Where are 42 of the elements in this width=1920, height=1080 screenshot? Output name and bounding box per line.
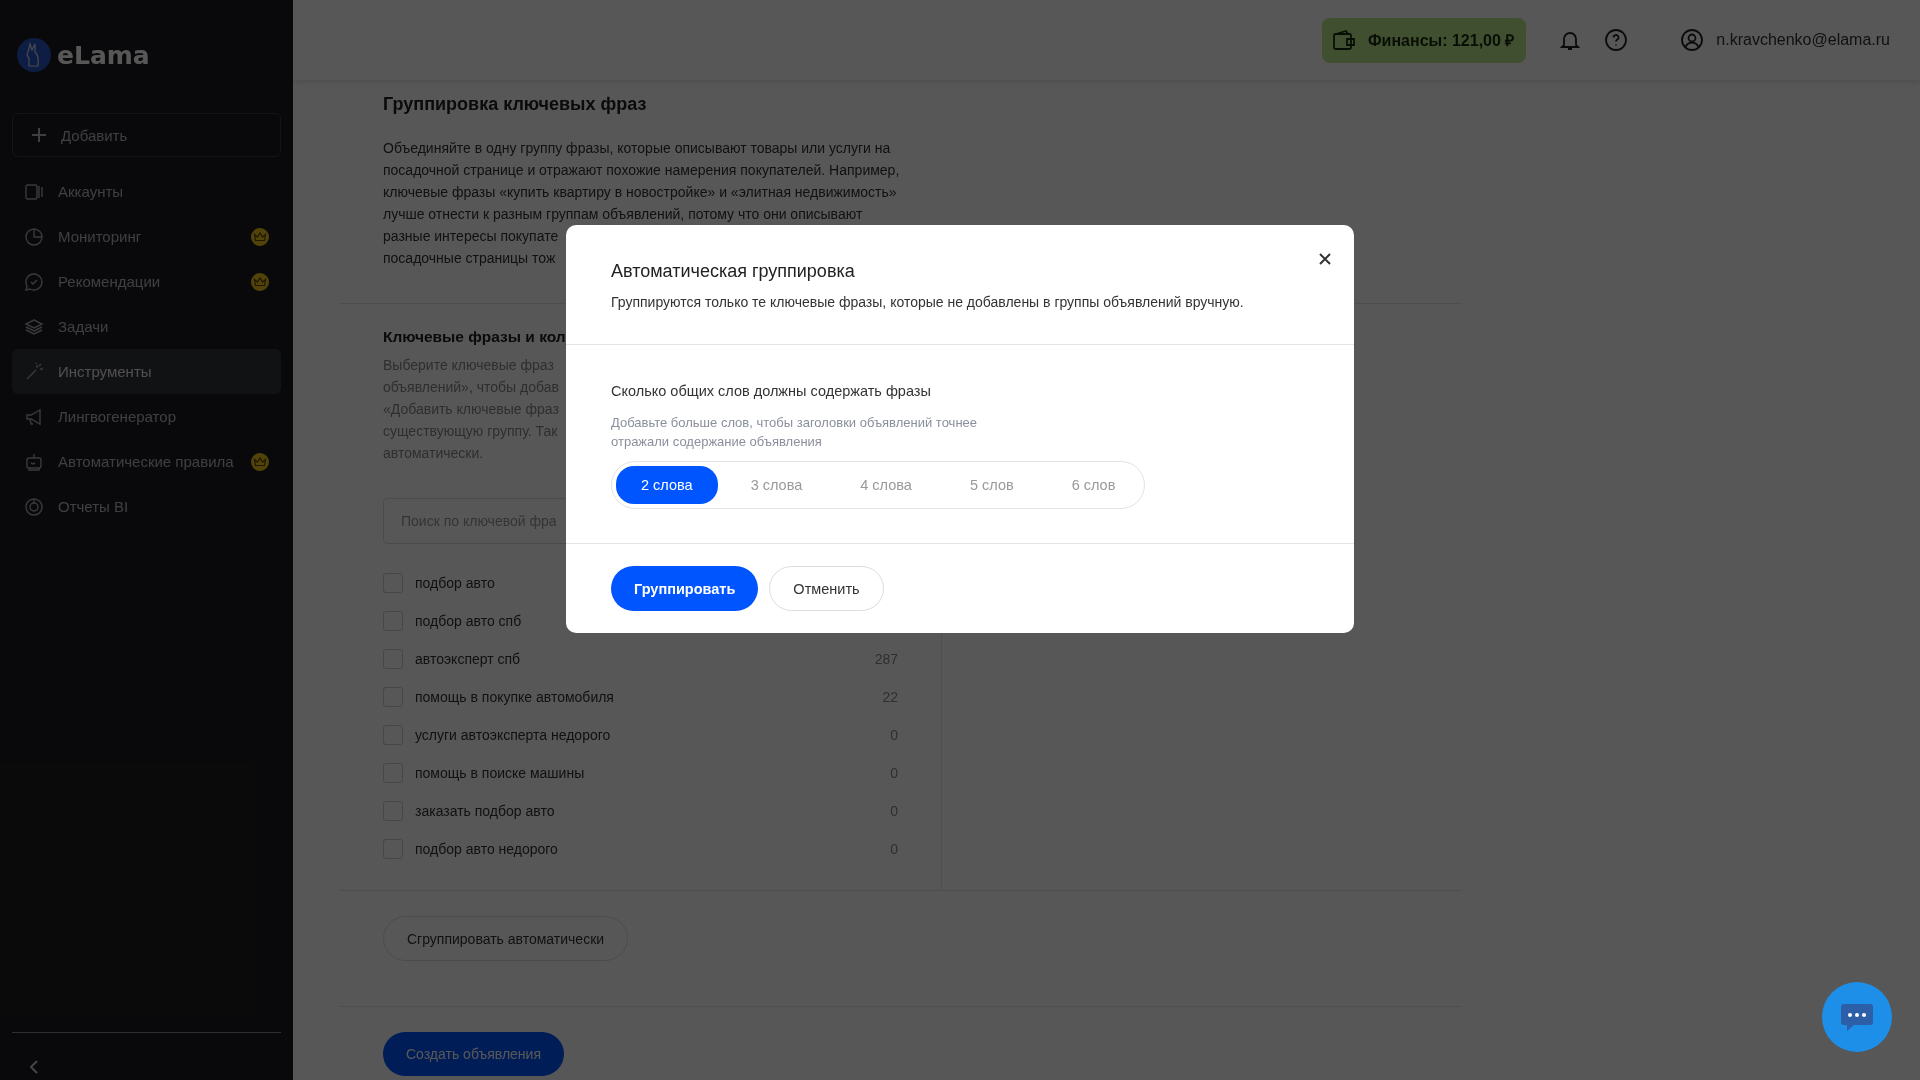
phrase-text: заказать подбор авто [415,803,555,819]
donut-chart-icon [24,496,44,517]
layers-icon [24,316,44,337]
create-ads-button[interactable]: Создать объявления [383,1032,564,1076]
word-count-option[interactable]: 4 слова [835,466,937,504]
word-count-option[interactable]: 3 слова [725,466,828,504]
phrase-text: подбор авто недорого [415,841,558,857]
word-count-option[interactable]: 5 слов [944,466,1039,504]
hint-text: Добавьте больше слов, чтобы заголовки объявлений точнее отражали содержание объявления [611,414,979,451]
megaphone-icon [24,406,44,427]
phrase-text: автоэксперт спб [415,651,521,667]
group-button[interactable]: Группировать [611,566,759,611]
plus-icon [31,127,47,143]
cancel-button[interactable]: Отменить [769,566,884,611]
question-label: Сколько общих слов должны содержать фразы [611,383,932,399]
close-icon[interactable] [1318,252,1332,266]
chat-bubble-icon [1840,1002,1874,1032]
page-title: Группировка ключевых фраз [383,94,648,115]
finance-button[interactable]: Финансы: 121,00 ₽ [1321,17,1527,63]
phrase-text: услуги автоэксперта недорого [415,727,611,743]
phrase-text: подбор авто спб [415,613,522,629]
phrase-text: помощь в покупке автомобиля [415,689,614,705]
wallet-icon [1331,29,1356,51]
phrase-text: помощь в поиске машины [415,765,585,781]
magic-wand-icon [24,361,44,382]
modal-title: Автоматическая группировка [611,261,856,282]
llama-logo-icon [17,38,51,72]
section-title: Ключевые фразы и кол [383,328,566,346]
phrase-text: подбор авто [415,575,495,591]
cards-icon [24,181,44,202]
help-icon[interactable] [1604,28,1629,52]
user-icon[interactable] [1680,28,1705,52]
logo-text: eLama [57,40,150,70]
chat-check-icon [24,271,44,292]
word-count-option[interactable]: 6 слов [1046,466,1141,504]
chevron-left-icon[interactable] [29,1060,39,1074]
word-count-option[interactable]: 2 слова [616,466,718,504]
user-email[interactable]: n.kravchenko@elama.ru [1716,31,1890,49]
modal-subtitle: Группируются только те ключевые фразы, которые не добавлены в группы объявлений вручную. [611,294,1245,310]
pie-chart-icon [24,226,44,247]
robot-icon [24,451,44,472]
auto-group-button[interactable]: Сгруппировать автоматически [383,916,629,961]
